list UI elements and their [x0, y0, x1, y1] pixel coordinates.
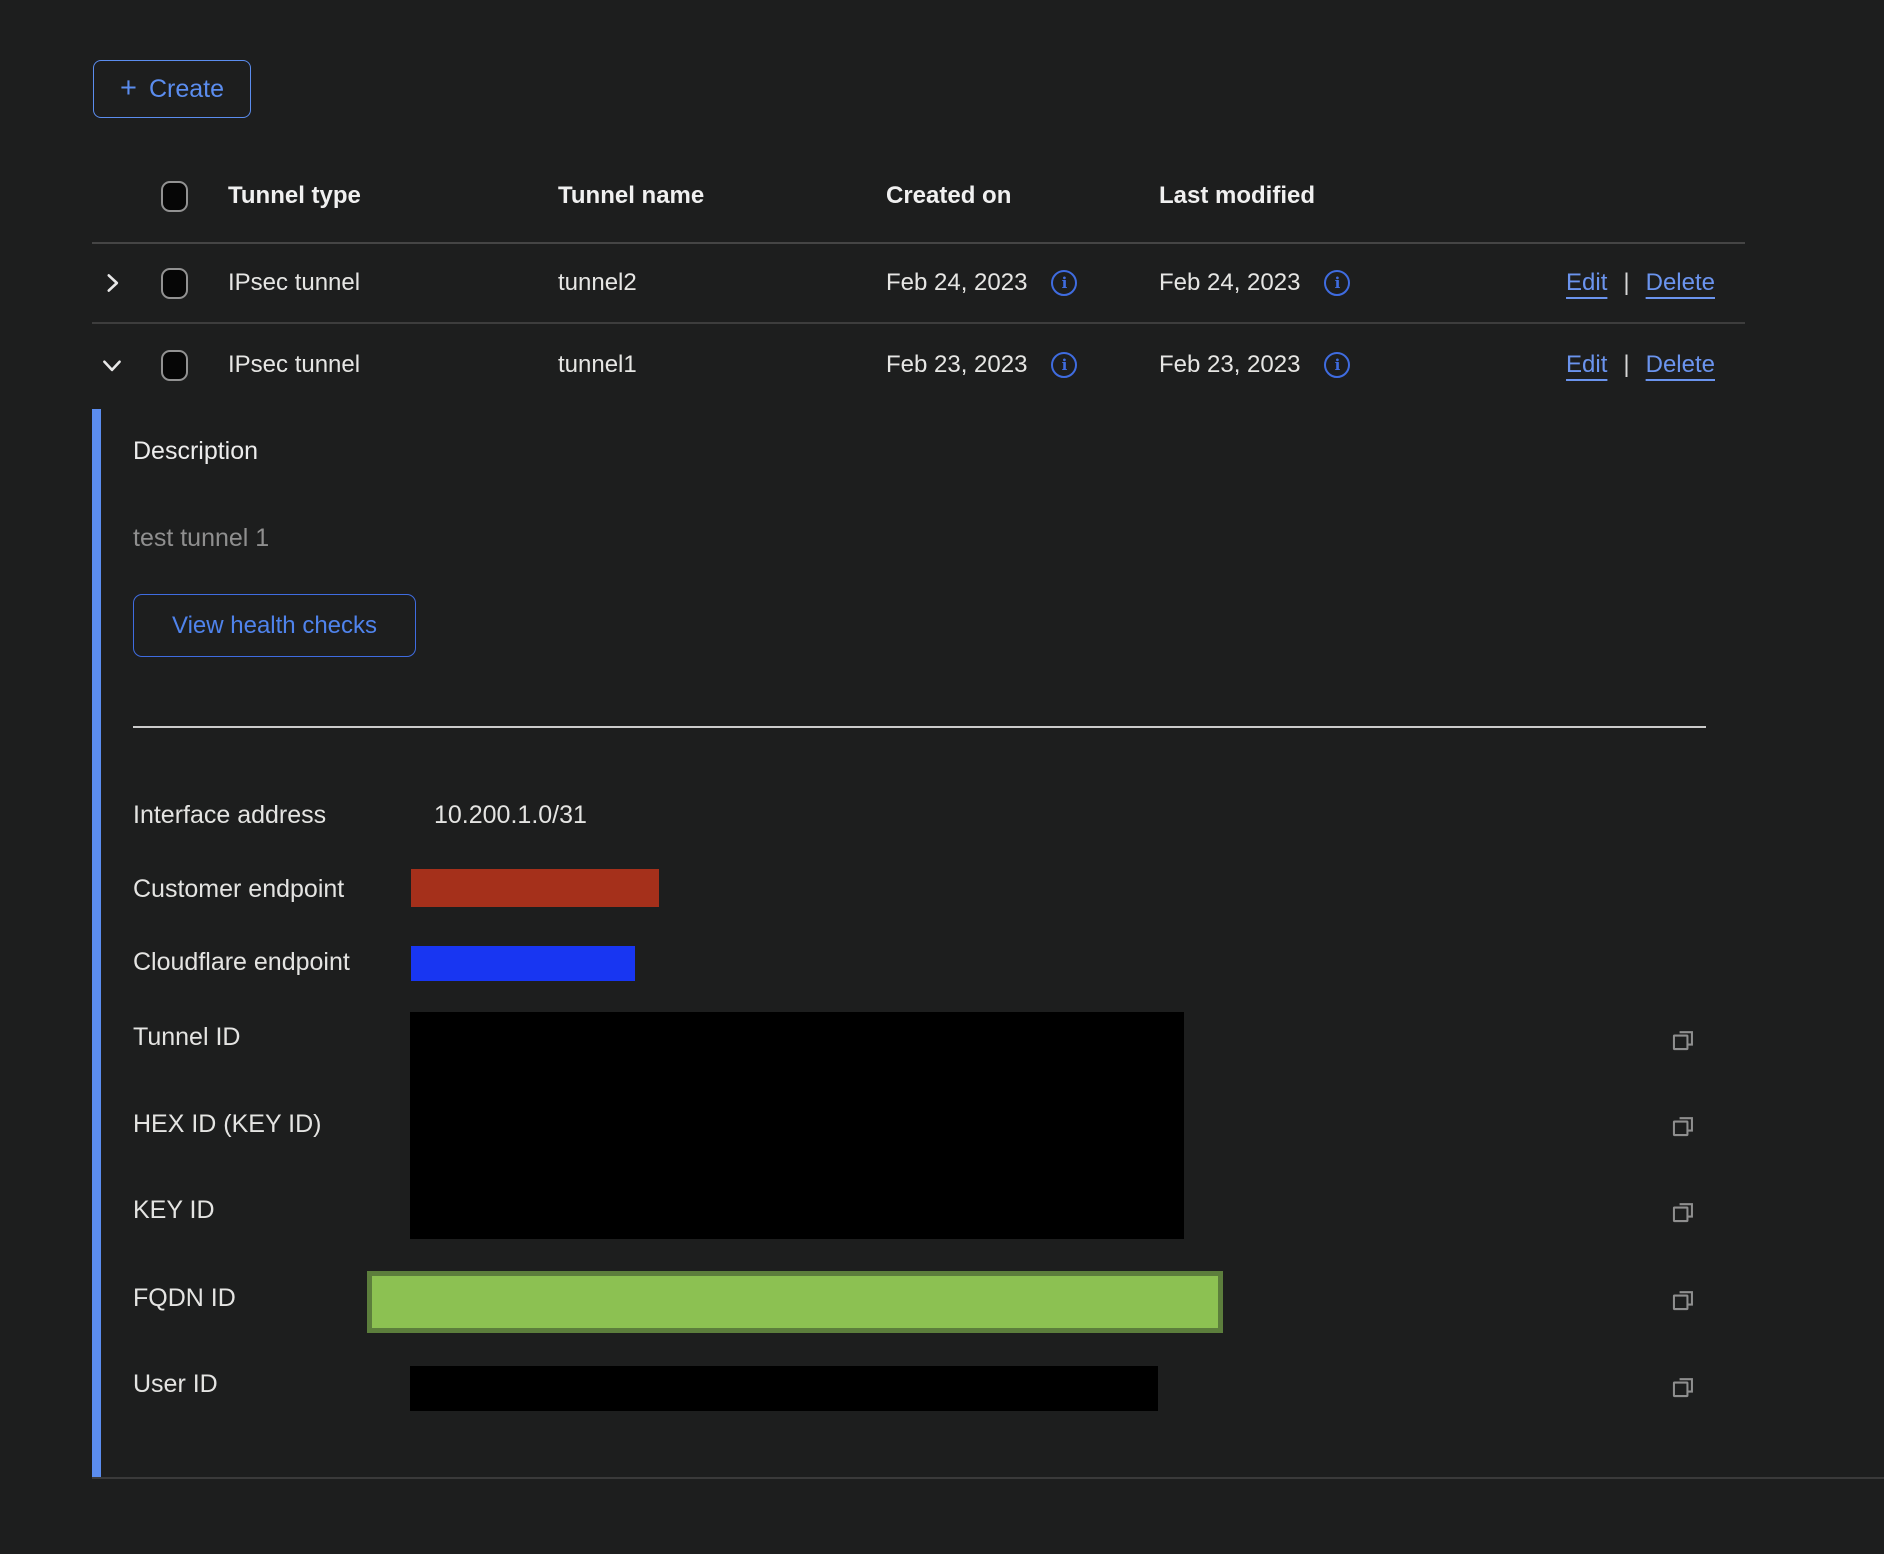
table-header-row: Tunnel type Tunnel name Created on Last … — [92, 150, 1745, 244]
table-row: IPsec tunnel tunnel1 Feb 23, 2023 i Feb … — [92, 324, 1745, 406]
description-value: test tunnel 1 — [133, 524, 269, 553]
info-icon[interactable]: i — [1324, 270, 1350, 296]
header-created-on: Created on — [886, 182, 1159, 210]
copy-icon[interactable] — [1670, 1026, 1697, 1053]
create-button[interactable]: + Create — [93, 60, 251, 118]
cloudflare-endpoint-redacted-value — [411, 946, 635, 981]
view-health-checks-button[interactable]: View health checks — [133, 594, 416, 657]
info-icon[interactable]: i — [1324, 352, 1350, 378]
interface-address-value: 10.200.1.0/31 — [434, 801, 587, 830]
action-separator: | — [1623, 351, 1629, 379]
copy-icon[interactable] — [1670, 1373, 1697, 1400]
edit-link[interactable]: Edit — [1566, 269, 1607, 297]
tunnel-type-cell: IPsec tunnel — [228, 351, 558, 379]
table-row: IPsec tunnel tunnel2 Feb 24, 2023 i Feb … — [92, 244, 1745, 324]
chevron-down-icon[interactable] — [99, 352, 125, 378]
copy-icon[interactable] — [1670, 1286, 1697, 1313]
customer-endpoint-label: Customer endpoint — [133, 875, 344, 904]
hex-id-label: HEX ID (KEY ID) — [133, 1110, 321, 1139]
panel-bottom-divider — [92, 1477, 1884, 1479]
tunnel-name-cell: tunnel1 — [558, 351, 886, 379]
expanded-row-accent-bar — [92, 409, 101, 1478]
interface-address-label: Interface address — [133, 801, 326, 830]
info-icon[interactable]: i — [1051, 352, 1077, 378]
delete-link[interactable]: Delete — [1646, 351, 1715, 379]
copy-icon[interactable] — [1670, 1198, 1697, 1225]
plus-icon: + — [120, 74, 137, 103]
ipsec-tunnels-page: + Create Tunnel type Tunnel name Created… — [0, 0, 1884, 1554]
created-on-cell: Feb 23, 2023 — [886, 351, 1027, 379]
last-modified-cell: Feb 23, 2023 — [1159, 351, 1300, 379]
action-separator: | — [1623, 269, 1629, 297]
tunnel-type-cell: IPsec tunnel — [228, 269, 558, 297]
select-all-checkbox[interactable] — [161, 181, 188, 212]
delete-link[interactable]: Delete — [1646, 269, 1715, 297]
created-on-cell: Feb 24, 2023 — [886, 269, 1027, 297]
fqdn-id-label: FQDN ID — [133, 1284, 236, 1313]
key-id-label: KEY ID — [133, 1196, 215, 1225]
edit-link[interactable]: Edit — [1566, 351, 1607, 379]
row-checkbox[interactable] — [161, 350, 188, 381]
header-tunnel-name: Tunnel name — [558, 182, 886, 210]
cloudflare-endpoint-label: Cloudflare endpoint — [133, 948, 350, 977]
customer-endpoint-redacted-value — [411, 869, 659, 907]
header-tunnel-type: Tunnel type — [228, 182, 558, 210]
tunnel-name-cell: tunnel2 — [558, 269, 886, 297]
fqdn-id-redacted-value — [367, 1271, 1223, 1333]
info-icon[interactable]: i — [1051, 270, 1077, 296]
details-divider — [133, 726, 1706, 728]
create-button-label: Create — [149, 75, 224, 104]
ids-redacted-value-block — [410, 1012, 1184, 1239]
tunnels-table: Tunnel type Tunnel name Created on Last … — [92, 150, 1745, 406]
tunnel-id-label: Tunnel ID — [133, 1023, 240, 1052]
copy-icon[interactable] — [1670, 1112, 1697, 1139]
description-label: Description — [133, 437, 258, 466]
user-id-label: User ID — [133, 1370, 218, 1399]
row-checkbox[interactable] — [161, 268, 188, 299]
header-last-modified: Last modified — [1159, 182, 1440, 210]
user-id-redacted-value — [410, 1366, 1158, 1411]
last-modified-cell: Feb 24, 2023 — [1159, 269, 1300, 297]
chevron-right-icon[interactable] — [99, 270, 125, 296]
